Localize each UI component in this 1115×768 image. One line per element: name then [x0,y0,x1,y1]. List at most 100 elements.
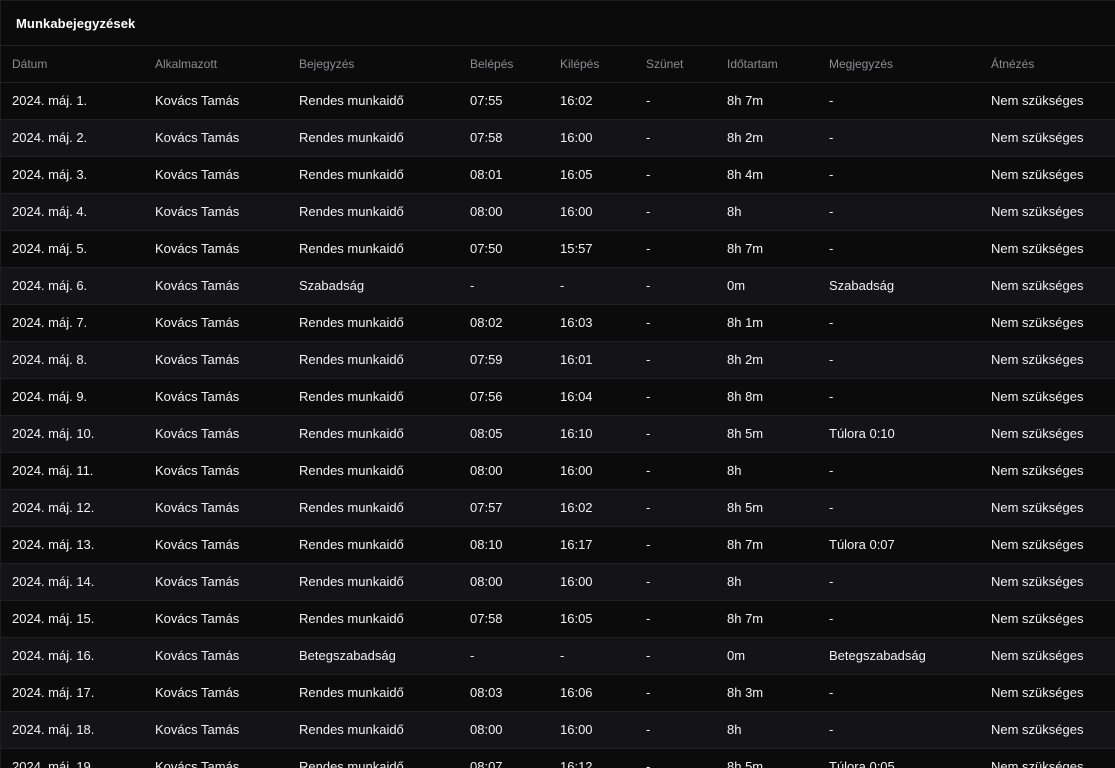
cell-out: 15:57 [549,230,635,268]
cell-review: Nem szükséges [980,637,1115,675]
cell-duration: 8h 3m [716,674,818,712]
cell-entry: Rendes munkaidő [288,378,459,416]
table-row[interactable]: 2024. máj. 4. Kovács Tamás Rendes munkaidő… [1,193,1115,231]
cell-out: 16:06 [549,674,635,712]
cell-out: 16:00 [549,119,635,157]
cell-note: - [818,600,980,638]
cell-employee: Kovács Tamás [144,563,288,601]
cell-break: - [635,489,716,527]
table-row[interactable]: 2024. máj. 2. Kovács Tamás Rendes munkaidő… [1,119,1115,157]
panel-header: Munkabejegyzések [1,1,1115,46]
cell-in: 07:57 [459,489,549,527]
cell-employee: Kovács Tamás [144,452,288,490]
cell-review: Nem szükséges [980,711,1115,749]
cell-in: 07:58 [459,600,549,638]
cell-review: Nem szükséges [980,526,1115,564]
table-row[interactable]: 2024. máj. 16. Kovács Tamás Betegszabadság… [1,637,1115,675]
table-row[interactable]: 2024. máj. 12. Kovács Tamás Rendes munkaid… [1,489,1115,527]
cell-employee: Kovács Tamás [144,489,288,527]
cell-date: 2024. máj. 3. [1,156,144,194]
cell-in: 08:02 [459,304,549,342]
table-row[interactable]: 2024. máj. 1. Kovács Tamás Rendes munkaidő… [1,82,1115,120]
cell-break: - [635,119,716,157]
cell-in: 07:56 [459,378,549,416]
table-row[interactable]: 2024. máj. 8. Kovács Tamás Rendes munkaidő… [1,341,1115,379]
cell-review: Nem szükséges [980,267,1115,305]
cell-date: 2024. máj. 10. [1,415,144,453]
cell-employee: Kovács Tamás [144,82,288,120]
cell-date: 2024. máj. 14. [1,563,144,601]
table-row[interactable]: 2024. máj. 6. Kovács Tamás Szabadság - - -0m S… [1,267,1115,305]
column-header-entry[interactable]: Bejegyzés [288,46,459,83]
cell-break: - [635,304,716,342]
cell-out: - [549,267,635,305]
cell-entry: Rendes munkaidő [288,674,459,712]
cell-review: Nem szükséges [980,119,1115,157]
table-row[interactable]: 2024. máj. 9. Kovács Tamás Rendes munkaidő… [1,378,1115,416]
column-header-note[interactable]: Megjegyzés [818,46,980,83]
cell-in: - [459,637,549,675]
cell-duration: 8h 1m [716,304,818,342]
table-row[interactable]: 2024. máj. 18. Kovács Tamás Rendes munkaid… [1,711,1115,749]
cell-note: - [818,341,980,379]
cell-review: Nem szükséges [980,193,1115,231]
cell-employee: Kovács Tamás [144,526,288,564]
cell-date: 2024. máj. 5. [1,230,144,268]
cell-break: - [635,230,716,268]
cell-duration: 8h [716,193,818,231]
cell-break: - [635,267,716,305]
cell-date: 2024. máj. 8. [1,341,144,379]
cell-out: 16:04 [549,378,635,416]
cell-duration: 0m [716,267,818,305]
cell-review: Nem szükséges [980,452,1115,490]
column-header-break[interactable]: Szünet [635,46,716,83]
table-row[interactable]: 2024. máj. 17. Kovács Tamás Rendes munkaid… [1,674,1115,712]
table-row[interactable]: 2024. máj. 14. Kovács Tamás Rendes munkaid… [1,563,1115,601]
cell-date: 2024. máj. 2. [1,119,144,157]
cell-note: - [818,230,980,268]
cell-note: - [818,193,980,231]
cell-break: - [635,378,716,416]
cell-out: 16:03 [549,304,635,342]
cell-in: 08:05 [459,415,549,453]
cell-break: - [635,637,716,675]
table-row[interactable]: 2024. máj. 3. Kovács Tamás Rendes munkaidő… [1,156,1115,194]
table-row[interactable]: 2024. máj. 15. Kovács Tamás Rendes munkaid… [1,600,1115,638]
cell-entry: Betegszabadság [288,637,459,675]
cell-entry: Rendes munkaidő [288,600,459,638]
cell-entry: Rendes munkaidő [288,82,459,120]
column-header-out[interactable]: Kilépés [549,46,635,83]
column-header-duration[interactable]: Időtartam [716,46,818,83]
table-row[interactable]: 2024. máj. 13. Kovács Tamás Rendes munkaid… [1,526,1115,564]
cell-employee: Kovács Tamás [144,711,288,749]
cell-employee: Kovács Tamás [144,600,288,638]
column-header-review[interactable]: Átnézés [980,46,1115,83]
column-header-employee[interactable]: Alkalmazott [144,46,288,83]
table-row[interactable]: 2024. máj. 7. Kovács Tamás Rendes munkaidő… [1,304,1115,342]
cell-duration: 0m [716,637,818,675]
table-row[interactable]: 2024. máj. 5. Kovács Tamás Rendes munkaidő… [1,230,1115,268]
cell-review: Nem szükséges [980,600,1115,638]
cell-employee: Kovács Tamás [144,304,288,342]
cell-date: 2024. máj. 17. [1,674,144,712]
cell-out: 16:01 [549,341,635,379]
table-row[interactable]: 2024. máj. 19. Kovács Tamás Rendes munkaid… [1,748,1115,768]
cell-review: Nem szükséges [980,378,1115,416]
column-header-in[interactable]: Belépés [459,46,549,83]
cell-break: - [635,674,716,712]
table-row[interactable]: 2024. máj. 11. Kovács Tamás Rendes munkaid… [1,452,1115,490]
cell-duration: 8h 7m [716,82,818,120]
cell-note: Betegszabadság [818,637,980,675]
cell-note: - [818,452,980,490]
table-row[interactable]: 2024. máj. 10. Kovács Tamás Rendes munkaid… [1,415,1115,453]
cell-duration: 8h 5m [716,489,818,527]
cell-date: 2024. máj. 1. [1,82,144,120]
cell-note: - [818,304,980,342]
column-header-date[interactable]: Dátum [1,46,144,83]
cell-out: 16:02 [549,489,635,527]
cell-in: 07:58 [459,119,549,157]
work-entries-panel: Munkabejegyzések Dátum Alkalmazott Bejegyz… [0,0,1115,768]
cell-entry: Szabadság [288,267,459,305]
cell-duration: 8h [716,563,818,601]
cell-in: 08:10 [459,526,549,564]
